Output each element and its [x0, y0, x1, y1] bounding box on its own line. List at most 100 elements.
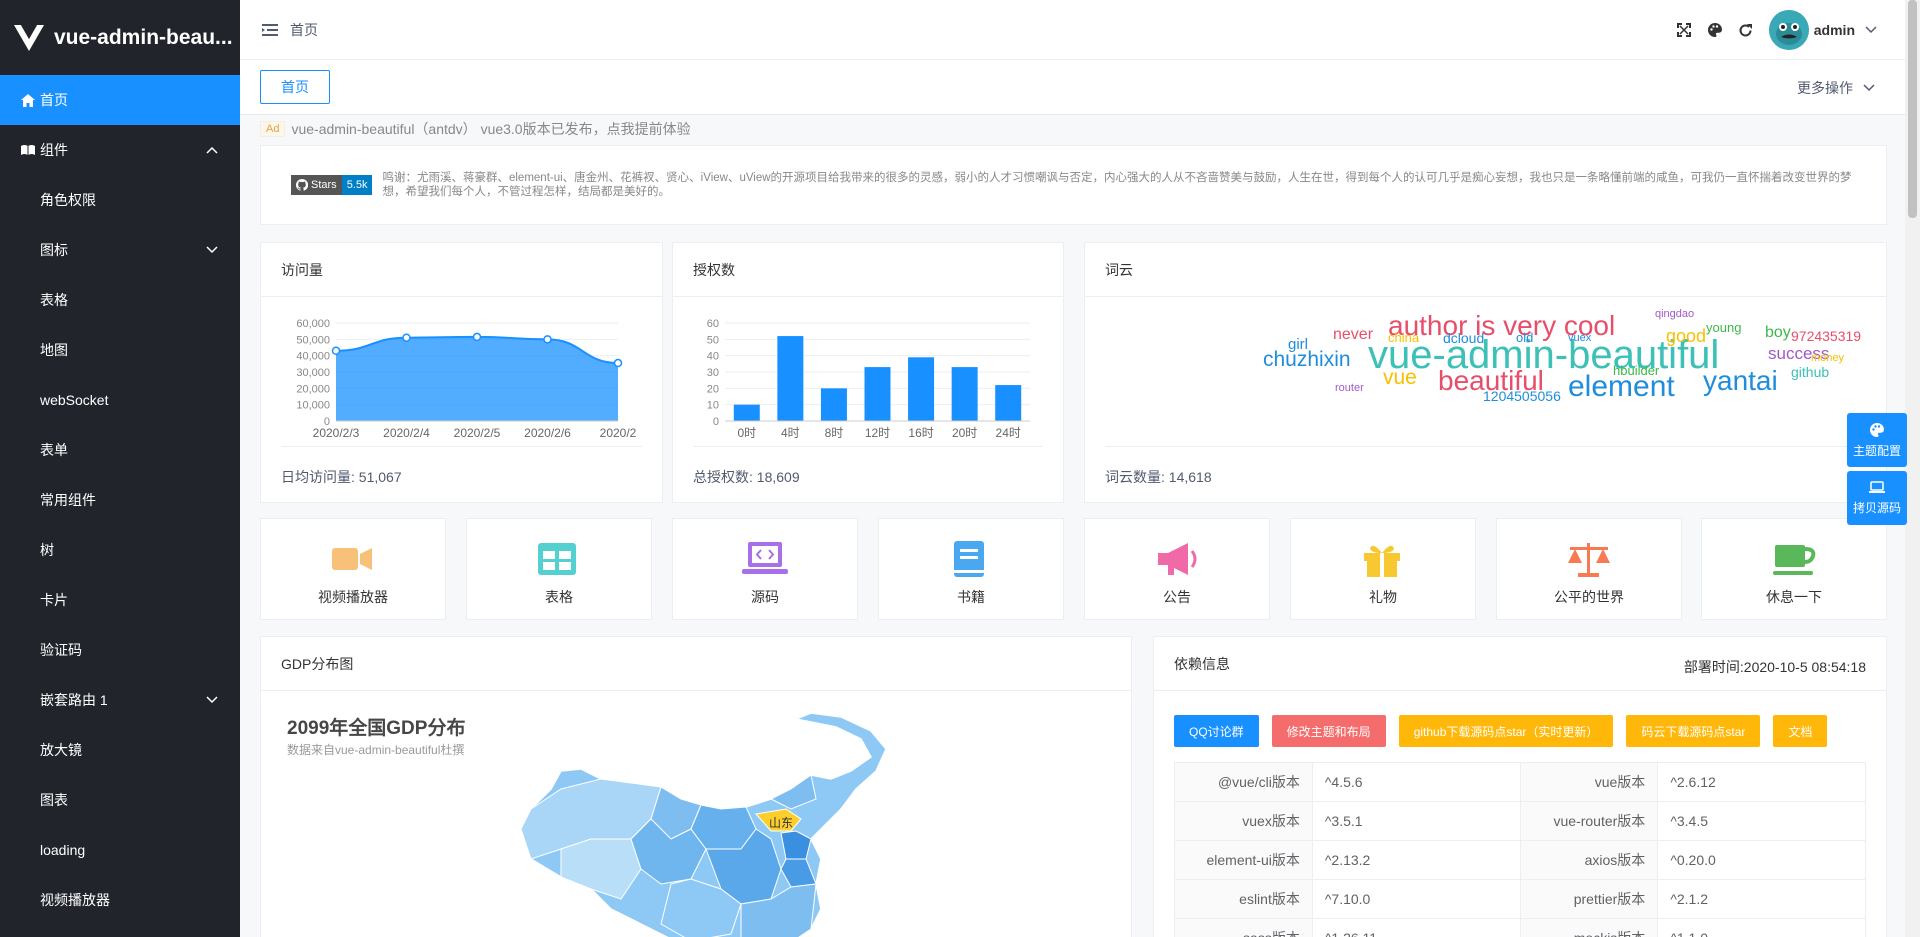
sidebar-item-13[interactable]: 放大镜 [0, 725, 240, 775]
dep-name-cell: @vue/cli版本 [1174, 762, 1313, 802]
theme-config-button[interactable]: 主题配置 [1847, 413, 1907, 467]
sidebar-item-2[interactable]: 角色权限 [0, 175, 240, 225]
data-point[interactable] [331, 346, 341, 356]
megaphone-icon [1158, 543, 1197, 575]
thanks-notice-card: Stars 5.5k 鸣谢：尤雨溪、蒋豪群、element-ui、唐金州、花裤衩… [260, 145, 1887, 225]
scrollbar-thumb[interactable] [1908, 0, 1917, 218]
avatar[interactable] [1768, 10, 1809, 50]
sidebar-item-6[interactable]: webSocket [0, 375, 240, 425]
tile-6[interactable]: 公平的世界 [1496, 518, 1682, 620]
word-cloud-word[interactable]: dcloud [1443, 331, 1484, 345]
word-cloud-word[interactable]: vue [1383, 367, 1417, 388]
sidebar-item-label: webSocket [40, 392, 109, 408]
sidebar-item-label: loading [40, 842, 86, 858]
breadcrumb[interactable]: 首页 [290, 20, 318, 40]
gitee-download-button[interactable]: 码云下载源码点star [1626, 715, 1761, 747]
word-cloud-word[interactable]: 1204505056 [1483, 389, 1561, 403]
word-cloud-word[interactable]: boy [1765, 325, 1791, 341]
word-cloud[interactable]: author is very cool vue-admin-beautiful be… [1085, 297, 1888, 443]
word-cloud-word[interactable]: girl [1288, 337, 1308, 352]
chevron-down-icon[interactable] [1865, 26, 1877, 34]
menu-fold-icon[interactable] [262, 23, 278, 37]
x-tick-label: 8时 [825, 426, 844, 440]
sidebar-item-label: 验证码 [40, 642, 82, 658]
bar[interactable] [733, 404, 760, 421]
copy-source-button[interactable]: 拷贝源码 [1847, 471, 1907, 525]
bar[interactable] [995, 385, 1022, 421]
word-cloud-word[interactable]: yantai [1703, 367, 1778, 395]
tile-7[interactable]: 休息一下 [1701, 518, 1887, 620]
word-cloud-word[interactable]: qingdao [1655, 309, 1694, 320]
sidebar-item-3[interactable]: 图标 [0, 225, 240, 275]
sidebar-item-12[interactable]: 嵌套路由 1 [0, 675, 240, 725]
word-cloud-word[interactable]: never [1333, 327, 1373, 343]
sidebar-item-16[interactable]: 视频播放器 [0, 875, 240, 925]
more-operations[interactable]: 更多操作 [1797, 78, 1875, 98]
bar[interactable] [820, 388, 847, 421]
bar[interactable] [951, 367, 978, 421]
sidebar-item-11[interactable]: 验证码 [0, 625, 240, 675]
dep-version-cell: ^7.10.0 [1311, 879, 1521, 919]
visits-area-chart[interactable]: 010,00020,00030,00040,00050,00060,000202… [261, 301, 664, 451]
ad-banner[interactable]: Ad vue-admin-beautiful（antdv） vue3.0版本已发… [260, 119, 691, 139]
sidebar-item-15[interactable]: loading [0, 825, 240, 875]
refresh-icon[interactable] [1737, 21, 1755, 39]
y-tick-label: 0 [713, 416, 719, 428]
username[interactable]: admin [1814, 22, 1855, 38]
theme-layout-button[interactable]: 修改主题和布局 [1271, 715, 1386, 747]
tile-1[interactable]: 表格 [466, 518, 652, 620]
sidebar-item-9[interactable]: 树 [0, 525, 240, 575]
tile-2[interactable]: 源码 [672, 518, 858, 620]
auth-bar-chart[interactable]: 0 10 20 30 40 50 60 0时 4时 8时 12时 16时 20时 24时 [673, 301, 1065, 451]
qq-group-button[interactable]: QQ讨论群 [1174, 715, 1259, 747]
word-cloud-word[interactable]: young [1706, 321, 1741, 334]
fullscreen-icon[interactable] [1675, 21, 1693, 39]
word-cloud-word[interactable]: hbuilder [1613, 364, 1659, 377]
word-cloud-word[interactable]: good [1666, 327, 1706, 345]
dependency-card: 依赖信息 部署时间:2020-10-5 08:54:18 QQ讨论群 修改主题和… [1153, 636, 1887, 937]
word-cloud-word[interactable]: money [1811, 353, 1844, 364]
tile-3[interactable]: 书籍 [878, 518, 1064, 620]
sidebar-item-7[interactable]: 表单 [0, 425, 240, 475]
sidebar-item-0[interactable]: 首页 [0, 75, 240, 125]
chevron-down-icon [1863, 84, 1875, 92]
tile-5[interactable]: 礼物 [1290, 518, 1476, 620]
tile-label: 公平的世界 [1554, 589, 1624, 605]
china-gdp-map[interactable]: 山东 [491, 709, 911, 937]
copy-source-label: 拷贝源码 [1852, 500, 1901, 515]
sidebar-item-8[interactable]: 常用组件 [0, 475, 240, 525]
github-stars-badge[interactable]: Stars 5.5k [291, 175, 373, 195]
data-point[interactable] [472, 332, 482, 342]
table-row: sass版本^1.26.11mockjs版本^1.1.0 [1174, 918, 1866, 937]
bar[interactable] [864, 367, 891, 421]
docs-button[interactable]: 文档 [1773, 715, 1828, 747]
bar[interactable] [908, 357, 935, 421]
sidebar-item-4[interactable]: 表格 [0, 275, 240, 325]
word-cloud-word[interactable]: old [1516, 331, 1533, 344]
logo[interactable]: vue-admin-beau... [0, 0, 240, 75]
github-download-button[interactable]: github下载源码点star（实时更新） [1398, 715, 1614, 747]
word-cloud-word[interactable]: 972435319 [1791, 329, 1861, 343]
sidebar-item-14[interactable]: 图表 [0, 775, 240, 825]
tab-home[interactable]: 首页 [260, 70, 330, 104]
sidebar-item-10[interactable]: 卡片 [0, 575, 240, 625]
sidebar-item-label: 组件 [40, 142, 68, 158]
data-point[interactable] [613, 358, 623, 368]
palette-icon[interactable] [1706, 21, 1724, 39]
ad-text[interactable]: vue-admin-beautiful（antdv） vue3.0版本已发布，点… [291, 119, 690, 139]
tile-0[interactable]: 视频播放器 [260, 518, 446, 620]
sidebar-item-1[interactable]: 组件 [0, 125, 240, 175]
tile-4[interactable]: 公告 [1084, 518, 1270, 620]
word-cloud-word[interactable]: china [1388, 331, 1419, 344]
visits-card: 访问量 0 10,000 20,000 30,000 40,000 50,000 60,00… [260, 242, 663, 503]
word-cloud-word[interactable]: github [1791, 365, 1829, 379]
balance-scale-icon [1568, 543, 1610, 577]
data-point[interactable] [543, 335, 552, 344]
page-scrollbar[interactable] [1905, 0, 1920, 937]
word-cloud-word[interactable]: router [1335, 383, 1364, 394]
sidebar-item-5[interactable]: 地图 [0, 325, 240, 375]
data-point[interactable] [402, 333, 411, 342]
bar[interactable] [777, 336, 804, 421]
word-cloud-word[interactable]: vuex [1568, 333, 1591, 344]
divider [1105, 446, 1866, 447]
